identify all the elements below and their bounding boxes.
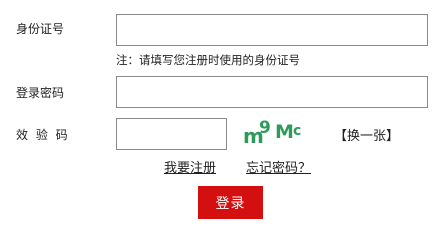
id-number-hint: 注：请填写您注册时使用的身份证号 xyxy=(116,53,300,67)
login-button[interactable]: 登录 xyxy=(198,186,263,219)
password-label: 登录密码 xyxy=(16,86,65,100)
captcha-char: M xyxy=(275,121,295,143)
captcha-char: 9 xyxy=(259,120,272,138)
captcha-char: c xyxy=(293,123,303,139)
password-input[interactable] xyxy=(116,76,428,108)
forgot-password-link[interactable]: 忘记密码？ xyxy=(246,157,311,176)
captcha-image[interactable]: m 9 M c xyxy=(243,120,309,148)
captcha-input[interactable] xyxy=(116,118,227,150)
register-link[interactable]: 我要注册 xyxy=(164,157,216,176)
refresh-captcha-link[interactable]: 【换一张】 xyxy=(334,125,399,144)
id-number-label: 身份证号 xyxy=(16,22,65,36)
login-form: 身份证号 注：请填写您注册时使用的身份证号 登录密码 效 验 码 m 9 M c… xyxy=(0,0,439,232)
captcha-label: 效 验 码 xyxy=(16,128,70,142)
id-number-input[interactable] xyxy=(116,14,428,46)
